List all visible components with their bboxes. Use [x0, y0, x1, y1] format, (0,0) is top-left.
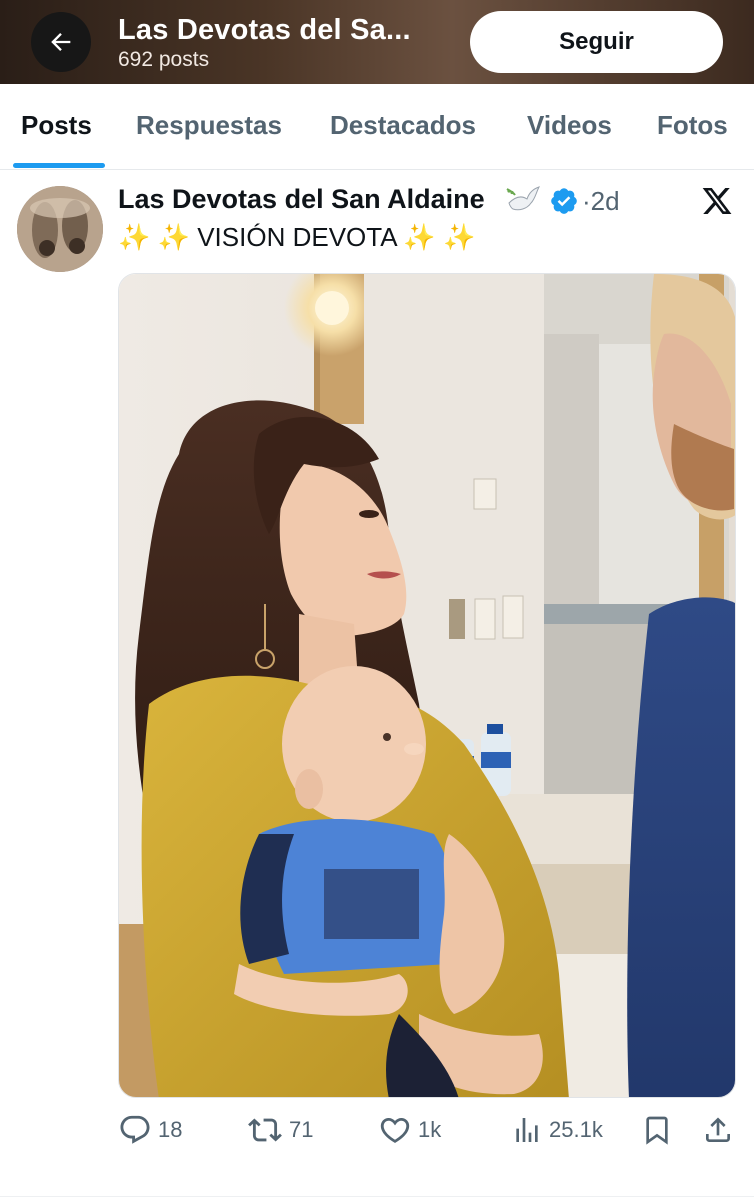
profile-title: Las Devotas del Sa... [118, 14, 411, 46]
active-tab-indicator [13, 163, 105, 168]
tab-respuestas[interactable]: Respuestas [136, 110, 282, 141]
reply-icon [120, 1115, 150, 1144]
views-count: 25.1k [549, 1117, 603, 1142]
profile-header: Las Devotas del Sa... 692 posts Seguir [0, 0, 754, 84]
x-logo-icon [702, 188, 732, 214]
reply-count: 18 [158, 1117, 183, 1142]
post-text: ✨ ✨ VISIÓN DEVOTA ✨ ✨ [118, 222, 475, 253]
post-text-main: VISIÓN DEVOTA [197, 222, 397, 252]
dove-icon [506, 186, 540, 211]
post-media-image[interactable] [118, 273, 736, 1098]
tab-videos[interactable]: Videos [527, 110, 612, 141]
sparkle-emoji: ✨ ✨ [118, 222, 190, 252]
follow-button[interactable]: Seguir [470, 11, 723, 73]
repost-icon [248, 1118, 282, 1142]
post-timestamp[interactable]: ·2d [582, 186, 620, 217]
reply-button[interactable]: 18 [118, 1108, 182, 1152]
photo [119, 274, 735, 1097]
like-button[interactable]: 1k [378, 1108, 441, 1152]
sparkle-emoji: ✨ ✨ [403, 222, 476, 252]
author-name[interactable]: Las Devotas del San Aldaine [118, 184, 485, 215]
share-icon [706, 1117, 730, 1142]
arrow-left-icon [51, 33, 71, 51]
divider [0, 1196, 754, 1197]
tab-posts[interactable]: Posts [21, 110, 92, 141]
verified-badge-icon [551, 188, 577, 214]
views-icon [516, 1118, 538, 1142]
avatar-image [17, 186, 103, 272]
heart-icon [380, 1117, 410, 1143]
bookmark-button[interactable] [641, 1108, 673, 1152]
tab-destacados[interactable]: Destacados [330, 110, 476, 141]
profile-tabs: Posts Respuestas Destacados Videos Fotos [0, 84, 754, 170]
share-button[interactable] [702, 1108, 734, 1152]
tab-fotos[interactable]: Fotos [657, 110, 728, 141]
bookmark-icon [646, 1116, 668, 1145]
views-button[interactable]: 25.1k [511, 1108, 603, 1152]
post-count: 692 posts [118, 48, 210, 71]
back-button[interactable] [31, 12, 91, 72]
repost-count: 71 [289, 1117, 314, 1142]
like-count: 1k [418, 1117, 442, 1142]
repost-button[interactable]: 71 [247, 1108, 313, 1152]
post-actions: 18 71 1k 25.1k [0, 1108, 754, 1158]
author-avatar[interactable] [17, 186, 103, 272]
